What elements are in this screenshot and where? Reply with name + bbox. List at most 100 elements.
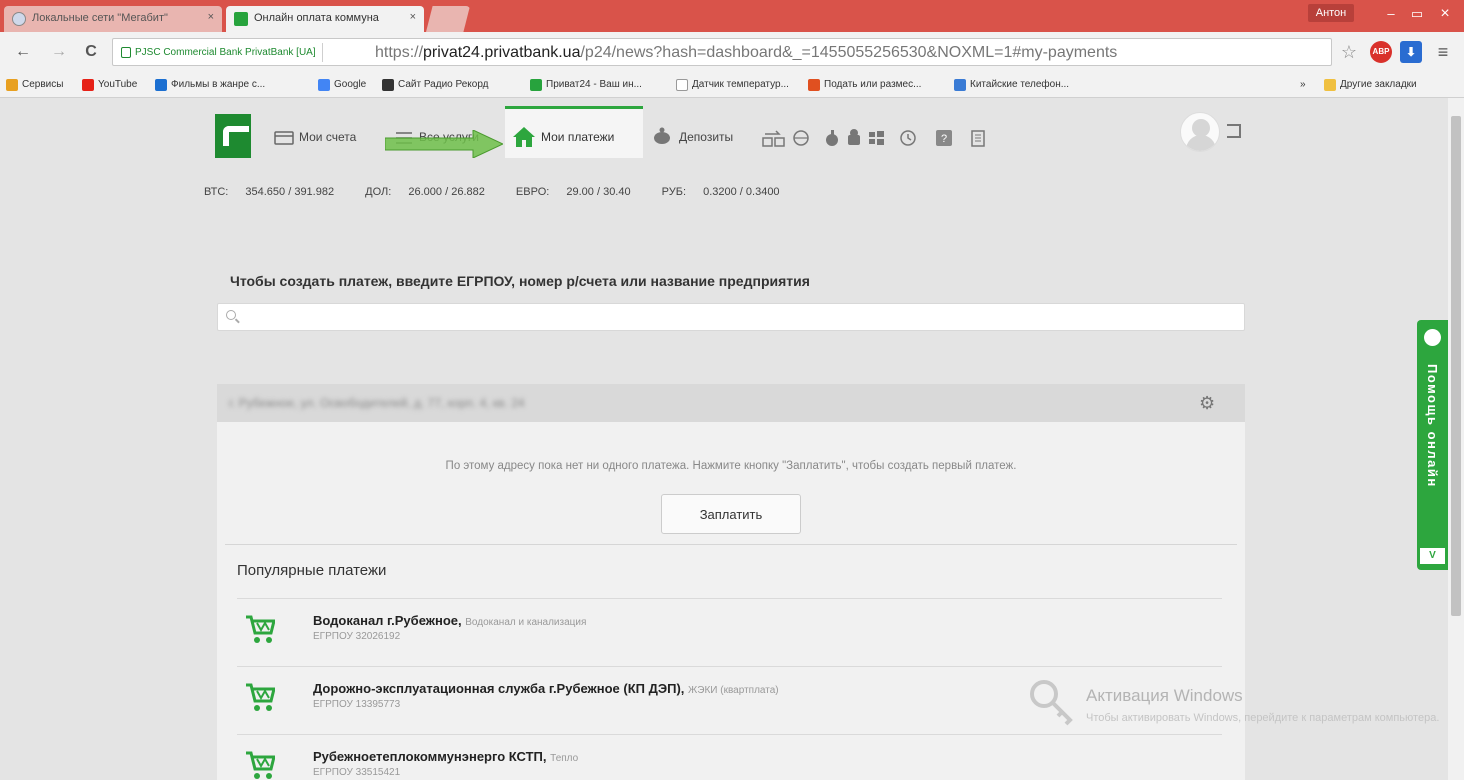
shopping-cart-icon bbox=[246, 751, 275, 779]
card-icon bbox=[274, 131, 294, 145]
security-label: PJSC Commercial Bank PrivatBank [UA] bbox=[135, 47, 316, 58]
key-icon bbox=[1030, 680, 1073, 726]
minimize-button[interactable]: – bbox=[1378, 6, 1404, 24]
chrome-menu-icon[interactable]: ≡ bbox=[1432, 41, 1454, 63]
shopping-cart-icon bbox=[246, 615, 275, 643]
security-indicator[interactable]: PJSC Commercial Bank PrivatBank [UA] bbox=[117, 43, 323, 62]
address-text: г. Рубежное, ул. Освободителей, д. 77, к… bbox=[229, 396, 525, 410]
page-icon bbox=[676, 79, 688, 91]
adblock-icon[interactable]: ABP bbox=[1370, 41, 1392, 63]
android-icon[interactable] bbox=[843, 128, 865, 148]
bookmark-chinese-phones[interactable]: Китайские телефон... bbox=[954, 78, 1069, 92]
address-header: г. Рубежное, ул. Освободителей, д. 77, к… bbox=[217, 384, 1245, 422]
maximize-button[interactable]: ▭ bbox=[1404, 6, 1430, 24]
back-button[interactable]: ← bbox=[12, 41, 34, 63]
globe-icon[interactable] bbox=[790, 128, 812, 148]
bookmarks-overflow-button[interactable]: » bbox=[1300, 78, 1306, 92]
forward-button[interactable]: → bbox=[48, 41, 70, 63]
payment-search-prompt: Чтобы создать платеж, введите ЕГРПОУ, но… bbox=[230, 273, 810, 289]
help-icon[interactable]: ? bbox=[933, 128, 955, 148]
payee-category: ЖЭКИ (квартплата) bbox=[688, 685, 779, 696]
google-icon bbox=[318, 79, 330, 91]
rate-eur: ЕВРО: 29.00 / 30.40 bbox=[515, 186, 631, 198]
other-bookmarks-folder[interactable]: Другие закладки bbox=[1324, 78, 1417, 92]
bookmark-label: Фильмы в жанре с... bbox=[171, 79, 266, 90]
address-bar[interactable]: PJSC Commercial Bank PrivatBank [UA] htt… bbox=[112, 38, 1332, 66]
bookmark-films[interactable]: Фильмы в жанре с... bbox=[155, 78, 265, 92]
watermark-title: Активация Windows bbox=[1086, 686, 1243, 705]
close-window-button[interactable]: × bbox=[1432, 6, 1458, 24]
gear-icon[interactable]: ⚙ bbox=[1199, 394, 1215, 412]
privatbank-logo[interactable] bbox=[215, 114, 251, 158]
bookmark-label: Google bbox=[334, 79, 367, 90]
tab-close-icon[interactable]: × bbox=[208, 11, 214, 23]
bookmark-temperature[interactable]: Датчик температур... bbox=[676, 78, 789, 92]
bookmark-radio-record[interactable]: Сайт Радио Рекорд bbox=[382, 78, 489, 92]
search-icon bbox=[226, 310, 236, 320]
bookmark-privat24[interactable]: Приват24 - Ваш ин... bbox=[530, 78, 642, 92]
url-scheme: https:// bbox=[375, 44, 424, 61]
site-favicon-icon bbox=[12, 12, 26, 26]
windows-activation-watermark: Активация Windows Чтобы активировать Win… bbox=[1028, 676, 1439, 756]
piggy-bank-icon bbox=[654, 127, 670, 144]
phone-icon bbox=[954, 79, 966, 91]
bookmark-label: Приват24 - Ваш ин... bbox=[546, 79, 642, 90]
payee-code: ЕГРПОУ 33515421 bbox=[313, 767, 401, 778]
browser-tab-privat24[interactable]: Онлайн оплата коммуна × bbox=[226, 6, 424, 32]
timer-icon[interactable] bbox=[897, 128, 919, 148]
bookmark-label: Датчик температур... bbox=[692, 79, 789, 90]
nav-label: Мои платежи bbox=[541, 130, 615, 144]
receipt-icon[interactable] bbox=[967, 128, 989, 148]
rate-btc: ВТС: 354.650 / 391.982 bbox=[204, 186, 335, 198]
tab-title: Локальные сети "Мегабит" bbox=[32, 12, 168, 24]
user-avatar[interactable] bbox=[1180, 112, 1220, 152]
help-toggle-button[interactable]: V bbox=[1420, 548, 1445, 564]
folder-icon bbox=[1324, 79, 1336, 91]
popular-payment-item[interactable]: Водоканал г.Рубежное, Водоканал и канали… bbox=[237, 598, 1222, 660]
pay-button[interactable]: Заплатить bbox=[661, 494, 801, 534]
exchange-icon[interactable] bbox=[761, 128, 787, 148]
bookmarks-bar: Сервисы YouTube Фильмы в жанре с... Goog… bbox=[0, 72, 1464, 98]
browser-tab-megabit[interactable]: Локальные сети "Мегабит" × bbox=[4, 6, 222, 32]
watermark-subtitle: Чтобы активировать Windows, перейдите к … bbox=[1086, 712, 1440, 724]
download-extension-icon[interactable]: ⬇ bbox=[1400, 41, 1422, 63]
tab-title: Онлайн оплата коммуна bbox=[254, 12, 379, 24]
tab-close-icon[interactable]: × bbox=[410, 11, 416, 23]
payee-code: ЕГРПОУ 32026192 bbox=[313, 631, 401, 642]
youtube-icon bbox=[82, 79, 94, 91]
new-tab-button[interactable] bbox=[426, 6, 470, 32]
windows-phone-icon[interactable] bbox=[865, 128, 887, 148]
chrome-user-badge[interactable]: Антон bbox=[1308, 4, 1354, 22]
payment-search-box[interactable] bbox=[217, 303, 1245, 331]
payee-code: ЕГРПОУ 13395773 bbox=[313, 699, 401, 710]
payee-category: Водоканал и канализация bbox=[465, 617, 587, 628]
bookmark-label: Подать или размес... bbox=[824, 79, 922, 90]
rate-usd: ДОЛ: 26.000 / 26.882 bbox=[365, 186, 485, 198]
exchange-rates: ВТС: 354.650 / 391.982 ДОЛ: 26.000 / 26.… bbox=[204, 186, 808, 198]
nav-deposits[interactable]: Депозиты bbox=[647, 106, 757, 158]
nav-label: Мои счета bbox=[299, 130, 357, 144]
url-text[interactable]: https://privat24.privatbank.ua/p24/news?… bbox=[375, 43, 1117, 63]
bookmark-services[interactable]: Сервисы bbox=[6, 78, 63, 92]
privatbank-icon bbox=[530, 79, 542, 91]
page-content: Мои счета Все услуги Мои платежи Депозит… bbox=[0, 98, 1448, 780]
bookmark-ads[interactable]: Подать или размес... bbox=[808, 78, 921, 92]
payment-search-input[interactable] bbox=[246, 308, 1236, 328]
svg-text:?: ? bbox=[941, 133, 947, 145]
online-help-tab[interactable]: Помощь онлайн V bbox=[1417, 320, 1448, 570]
scrollbar-thumb[interactable] bbox=[1451, 116, 1461, 616]
nav-my-accounts[interactable]: Мои счета bbox=[261, 106, 381, 158]
green-arrow-annotation bbox=[385, 130, 503, 158]
privatbank-favicon-icon bbox=[234, 12, 248, 26]
reload-button[interactable]: C bbox=[80, 41, 102, 63]
arrow-up-icon bbox=[155, 79, 167, 91]
divider bbox=[225, 544, 1237, 545]
page-scrollbar[interactable] bbox=[1448, 98, 1464, 780]
nav-my-payments[interactable]: Мои платежи bbox=[505, 106, 643, 158]
logout-icon[interactable] bbox=[1227, 124, 1241, 138]
bookmark-youtube[interactable]: YouTube bbox=[82, 78, 137, 92]
rate-rub: РУБ: 0.3200 / 0.3400 bbox=[661, 186, 780, 198]
bookmark-google[interactable]: Google bbox=[318, 78, 366, 92]
apple-icon[interactable] bbox=[821, 128, 843, 148]
bookmark-star-icon[interactable]: ☆ bbox=[1338, 41, 1360, 63]
